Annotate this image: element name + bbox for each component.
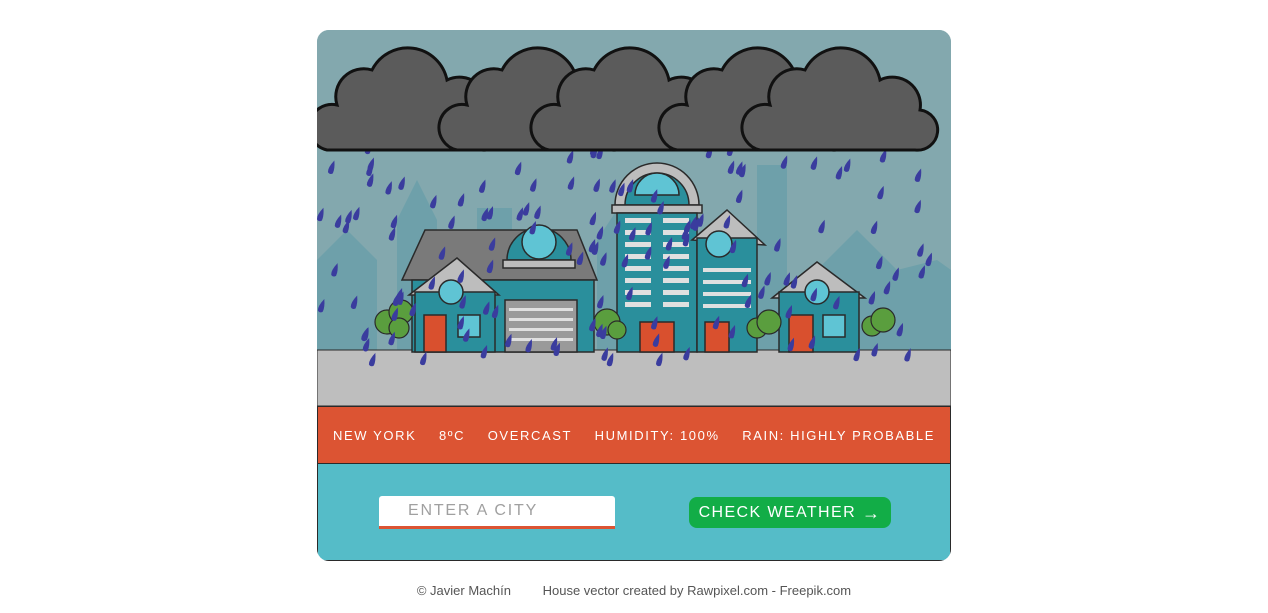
arrow-right-icon: → [862, 502, 882, 523]
author-credit: © Javier Machín [416, 583, 511, 598]
city-name: NEW YORK [333, 427, 417, 443]
temperature: 8ºC [438, 427, 466, 443]
footer: © Javier Machín House vector created by … [0, 583, 1268, 598]
weather-illustration [317, 30, 951, 406]
search-controls: CHECK WEATHER → [317, 464, 951, 561]
condition: OVERCAST [487, 427, 573, 443]
check-weather-label: CHECK WEATHER [698, 503, 857, 521]
weather-card: NEW YORK 8ºC OVERCAST HUMIDITY: 100% RAI… [317, 30, 951, 561]
humidity: HUMIDITY: 100% [594, 427, 720, 443]
storm-clouds [317, 46, 940, 152]
image-credit: House vector created by Rawpixel.com - F… [542, 583, 852, 598]
weather-info-bar: NEW YORK 8ºC OVERCAST HUMIDITY: 100% RAI… [317, 406, 951, 464]
city-input[interactable] [379, 496, 615, 529]
rain-probability: RAIN: HIGHLY PROBABLE [742, 427, 935, 443]
check-weather-button[interactable]: CHECK WEATHER → [689, 497, 891, 528]
